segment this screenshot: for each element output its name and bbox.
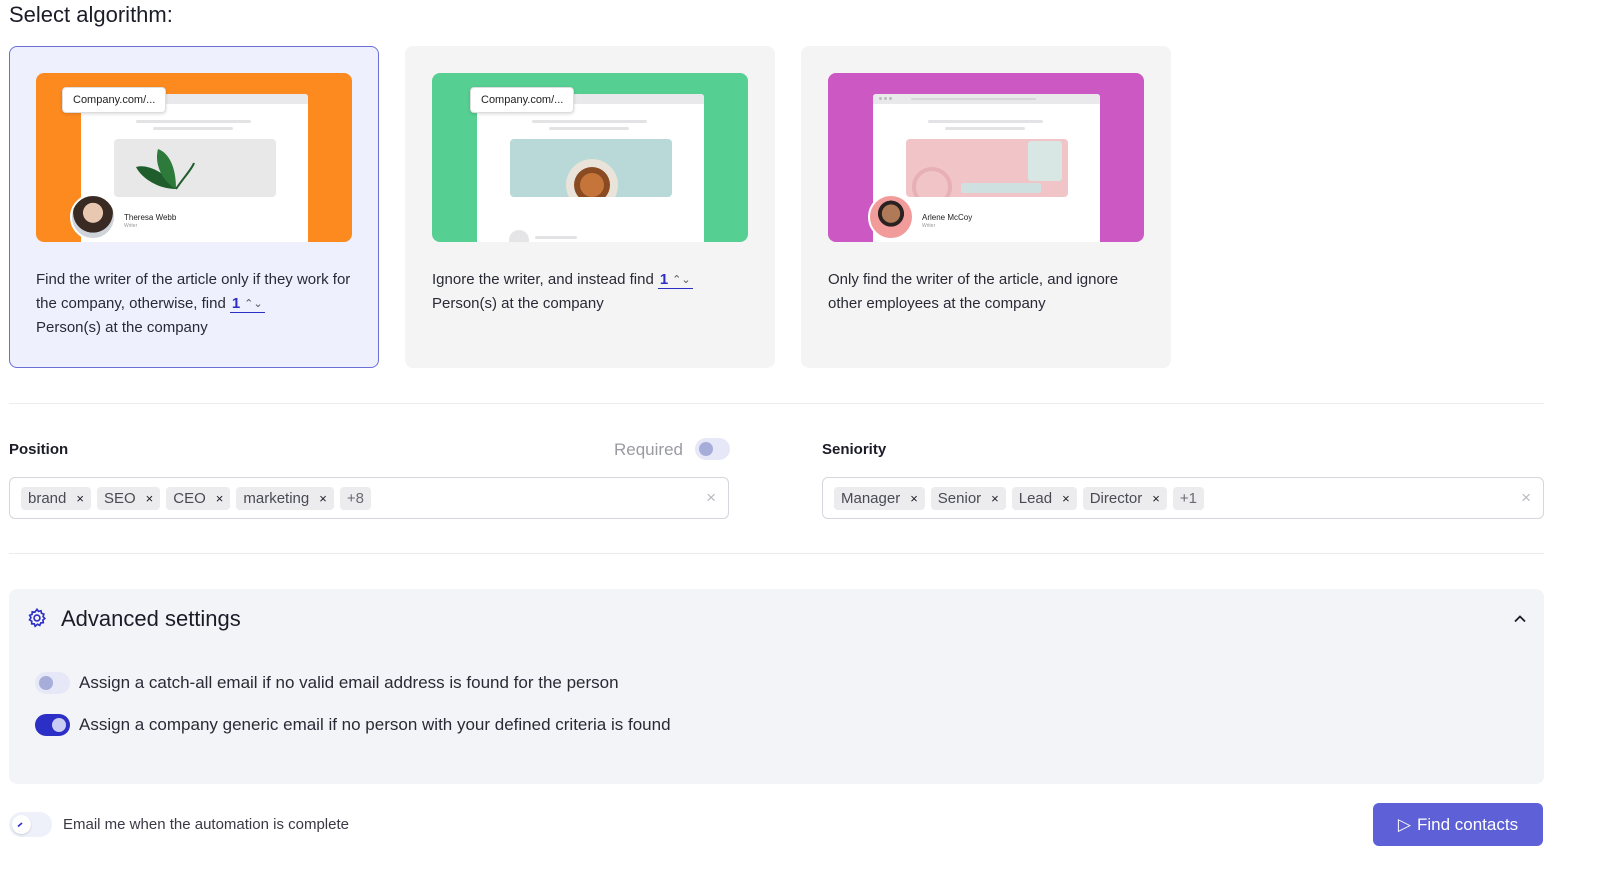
person-count-stepper[interactable]: 1 ⌃⌄: [657, 271, 693, 289]
remove-chip-icon[interactable]: ×: [319, 487, 327, 510]
find-contacts-button[interactable]: ▷ Find contacts: [1373, 803, 1543, 846]
algorithm-description: Find the writer of the article only if t…: [36, 271, 351, 336]
position-chip: marketing ×: [236, 487, 334, 510]
catch-all-email-toggle[interactable]: [35, 672, 70, 694]
seniority-chip: Senior ×: [930, 487, 1006, 510]
catch-all-email-label: Assign a catch-all email if no valid ema…: [79, 673, 619, 692]
seniority-chip: Director ×: [1082, 487, 1167, 510]
stepper-icon: ⌃⌄: [244, 298, 263, 311]
coffee-image: [510, 139, 672, 211]
find-contacts-label: Find contacts: [1416, 814, 1519, 834]
algorithm-card-writer-only[interactable]: Arlene McCoy Writer Only find the writer…: [801, 46, 1171, 368]
author-name: Theresa Webb: [124, 213, 177, 222]
person-count-stepper[interactable]: 1 ⌃⌄: [229, 295, 265, 313]
more-chips-badge[interactable]: +8: [339, 487, 371, 510]
seniority-label: Seniority: [822, 441, 887, 458]
play-icon: ▷: [1397, 814, 1411, 834]
stepper-icon: ⌃⌄: [672, 274, 691, 287]
email-notify-toggle[interactable]: [9, 812, 52, 837]
position-chip: CEO ×: [166, 487, 231, 510]
author-avatar: [868, 194, 914, 240]
seniority-chip: Lead ×: [1011, 487, 1077, 510]
remove-chip-icon[interactable]: ×: [76, 487, 84, 510]
remove-chip-icon[interactable]: ×: [216, 487, 224, 510]
remove-chip-icon[interactable]: ×: [1062, 487, 1070, 510]
email-notify-label: Email me when the automation is complete: [63, 816, 349, 833]
author-role: Writer: [922, 223, 936, 229]
generic-email-toggle[interactable]: [35, 714, 70, 736]
remove-chip-icon[interactable]: ×: [1152, 487, 1160, 510]
author-role: Writer: [124, 223, 138, 229]
plant-image: [114, 139, 276, 197]
advanced-settings-panel: Advanced settings Assign a catch-all ema…: [9, 589, 1544, 784]
position-chip: SEO ×: [96, 487, 161, 510]
algorithm-illustration: Arlene McCoy Writer: [828, 73, 1144, 242]
remove-chip-icon[interactable]: ×: [910, 487, 918, 510]
position-label: Position: [9, 441, 69, 458]
desk-image: [906, 139, 1068, 207]
gear-icon: [26, 607, 48, 634]
position-multiselect[interactable]: brand × SEO × CEO × marketing × +8 ×: [9, 477, 729, 519]
required-toggle[interactable]: [695, 438, 730, 460]
seniority-chip: Manager ×: [834, 487, 925, 510]
url-bubble: Company.com/...: [470, 87, 575, 113]
algorithm-illustration: Company.com/... Theresa Webb Writer: [36, 73, 352, 242]
advanced-settings-title: Advanced settings: [61, 606, 241, 631]
divider: [9, 553, 1544, 554]
page-heading: Select algorithm:: [9, 2, 173, 27]
algorithm-description: Ignore the writer, and instead find 1 ⌃⌄ P…: [432, 271, 693, 312]
algorithm-card-writer-if-employee[interactable]: Company.com/... Theresa Webb Writer Find…: [9, 46, 379, 368]
algorithm-illustration: Company.com/...: [432, 73, 748, 242]
author-avatar: [70, 194, 116, 240]
clear-icon[interactable]: ×: [1521, 488, 1531, 508]
algorithm-description: Only find the writer of the article, and…: [828, 271, 1119, 312]
clear-icon[interactable]: ×: [706, 488, 716, 508]
author-name: Arlene McCoy: [922, 213, 973, 222]
remove-chip-icon[interactable]: ×: [991, 487, 999, 510]
generic-email-label: Assign a company generic email if no per…: [79, 715, 671, 734]
required-label: Required: [614, 440, 683, 459]
position-chip: brand ×: [21, 487, 91, 510]
seniority-multiselect[interactable]: Manager × Senior × Lead × Director × +1 ×: [822, 477, 1544, 519]
url-bubble: Company.com/...: [62, 87, 167, 113]
divider: [9, 403, 1544, 404]
algorithm-card-ignore-writer[interactable]: Company.com/... Ignore the writer, and i…: [405, 46, 775, 368]
chevron-up-icon[interactable]: [1512, 611, 1528, 632]
more-chips-badge[interactable]: +1: [1172, 487, 1204, 510]
remove-chip-icon[interactable]: ×: [146, 487, 154, 510]
